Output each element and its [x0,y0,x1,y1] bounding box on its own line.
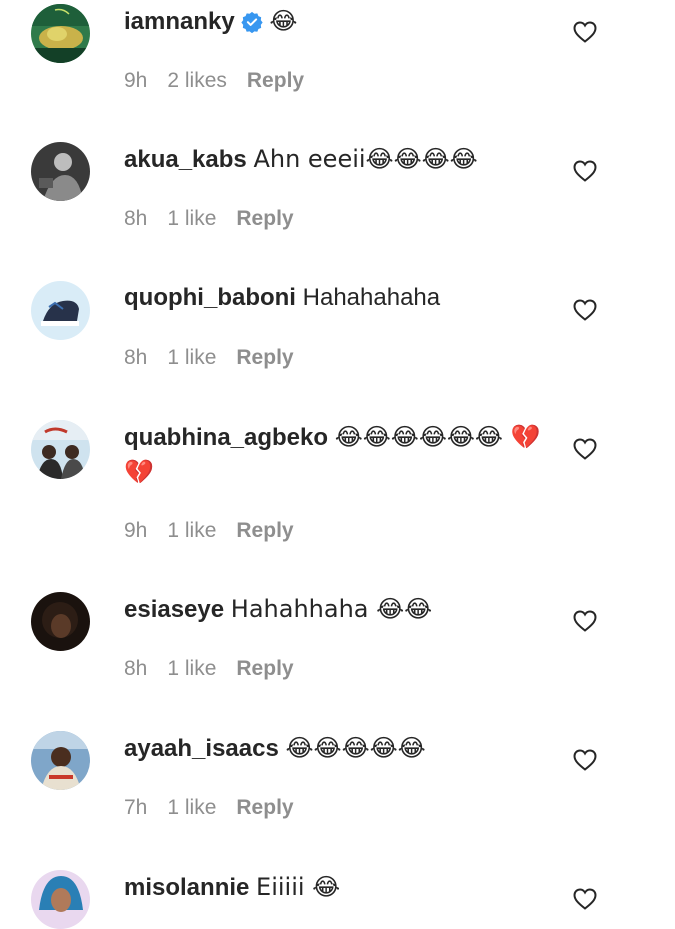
comment-username[interactable]: iamnanky [124,8,235,35]
comment-text-line: quophi_baboni Hahahahaha [124,281,554,315]
reply-button[interactable]: Reply [236,657,293,680]
comment-text-line: akua_kabs Ahn eeeii😂😂😂😂 [124,142,554,177]
heart-outline-icon[interactable] [573,21,597,43]
comment-username[interactable]: akua_kabs [124,146,247,173]
avatar[interactable] [31,731,90,790]
comment-time: 7h [124,796,148,819]
heart-outline-icon[interactable] [573,888,597,910]
comment-likes[interactable]: 1 like [167,519,216,542]
comment-body: 😂 [269,7,298,35]
comment-text-line: iamnanky 😂 [124,4,554,43]
comment-time: 8h [124,657,148,680]
avatar[interactable] [31,592,90,651]
comment-body: Hahahhaha 😂😂 [230,595,433,623]
comment-body: Ahn eeeii😂😂😂😂 [253,145,478,173]
avatar[interactable] [31,420,90,479]
comment-username[interactable]: esiaseye [124,596,224,623]
comment-time: 8h [124,207,148,230]
comment-time: 9h [124,519,148,542]
comment-meta: 9h 1 like Reply [124,519,314,543]
comment-meta: 8h 1 like Reply [124,657,314,681]
comment-likes[interactable]: 2 likes [167,69,227,92]
comment-username[interactable]: quabhina_agbeko [124,424,328,451]
comment-text-line: esiaseye Hahahhaha 😂😂 [124,592,554,627]
avatar[interactable] [31,142,90,201]
reply-button[interactable]: Reply [236,207,293,230]
heart-outline-icon[interactable] [573,438,597,460]
comment-username[interactable]: misolannie [124,874,249,901]
comment-time: 9h [124,69,148,92]
comment-username[interactable]: ayaah_isaacs [124,735,279,762]
reply-button[interactable]: Reply [236,346,293,369]
comment-meta: 7h 1 like Reply [124,796,314,820]
comment-text-line: quabhina_agbeko 😂😂😂😂😂😂 💔💔 [124,420,554,490]
avatar[interactable] [31,870,90,929]
verified-badge-icon [241,9,263,43]
comment-body: 😂😂😂😂😂 [285,734,426,762]
reply-button[interactable]: Reply [247,69,304,92]
reply-button[interactable]: Reply [236,796,293,819]
comment-body: Hahahahaha [302,284,441,311]
comment-text-line: ayaah_isaacs 😂😂😂😂😂 [124,731,554,766]
comment-username[interactable]: quophi_baboni [124,284,296,311]
comment-likes[interactable]: 1 like [167,346,216,369]
comment-time: 8h [124,346,148,369]
heart-outline-icon[interactable] [573,610,597,632]
reply-button[interactable]: Reply [236,519,293,542]
comment-meta: 8h 1 like Reply [124,346,314,370]
comment-meta: 9h 2 likes Reply [124,69,324,93]
comment-text-line: misolannie Eiiiii 😂 [124,870,554,905]
comment-likes[interactable]: 1 like [167,657,216,680]
comment-likes[interactable]: 1 like [167,796,216,819]
comment-meta: 8h 1 like Reply [124,207,314,231]
heart-outline-icon[interactable] [573,749,597,771]
avatar[interactable] [31,281,90,340]
heart-outline-icon[interactable] [573,160,597,182]
comment-likes[interactable]: 1 like [167,207,216,230]
comment-body: Eiiiii 😂 [256,873,341,901]
avatar[interactable] [31,4,90,63]
heart-outline-icon[interactable] [573,299,597,321]
